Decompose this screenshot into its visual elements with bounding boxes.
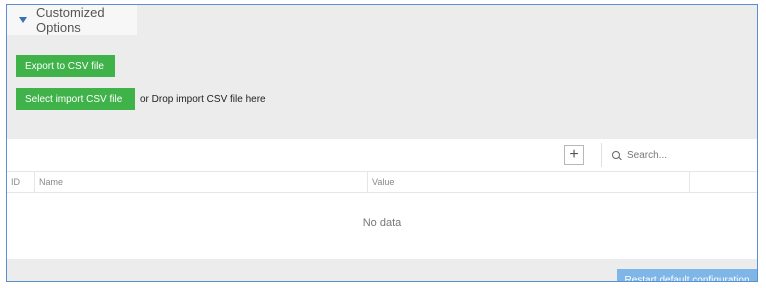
drop-import-hint[interactable]: or Drop import CSV file here [140,94,266,105]
search-input[interactable] [627,149,747,161]
no-data-message: No data [362,217,402,229]
plus-icon: + [569,146,579,163]
add-row-button[interactable]: + [564,145,584,165]
search-icon [612,150,622,160]
column-header-actions [690,172,757,192]
export-csv-button[interactable]: Export to CSV file [16,55,115,77]
select-import-csv-button[interactable]: Select import CSV file [16,88,135,110]
search-box[interactable] [601,143,757,167]
grid-column-header: ID Name Value [7,171,757,193]
collapse-triangle-icon[interactable] [19,17,27,23]
grid-toolbar: + [7,139,757,171]
options-grid: + ID Name Value No data [7,139,757,259]
panel-header[interactable]: Customized Options [7,5,137,35]
column-header-name[interactable]: Name [35,172,368,192]
panel-title: Customized Options [36,5,105,35]
customized-options-panel: Customized Options Export to CSV file Se… [6,4,758,282]
restart-default-config-button[interactable]: Restart default configuration [617,269,757,281]
column-header-value[interactable]: Value [368,172,690,192]
column-header-id[interactable]: ID [7,172,35,192]
